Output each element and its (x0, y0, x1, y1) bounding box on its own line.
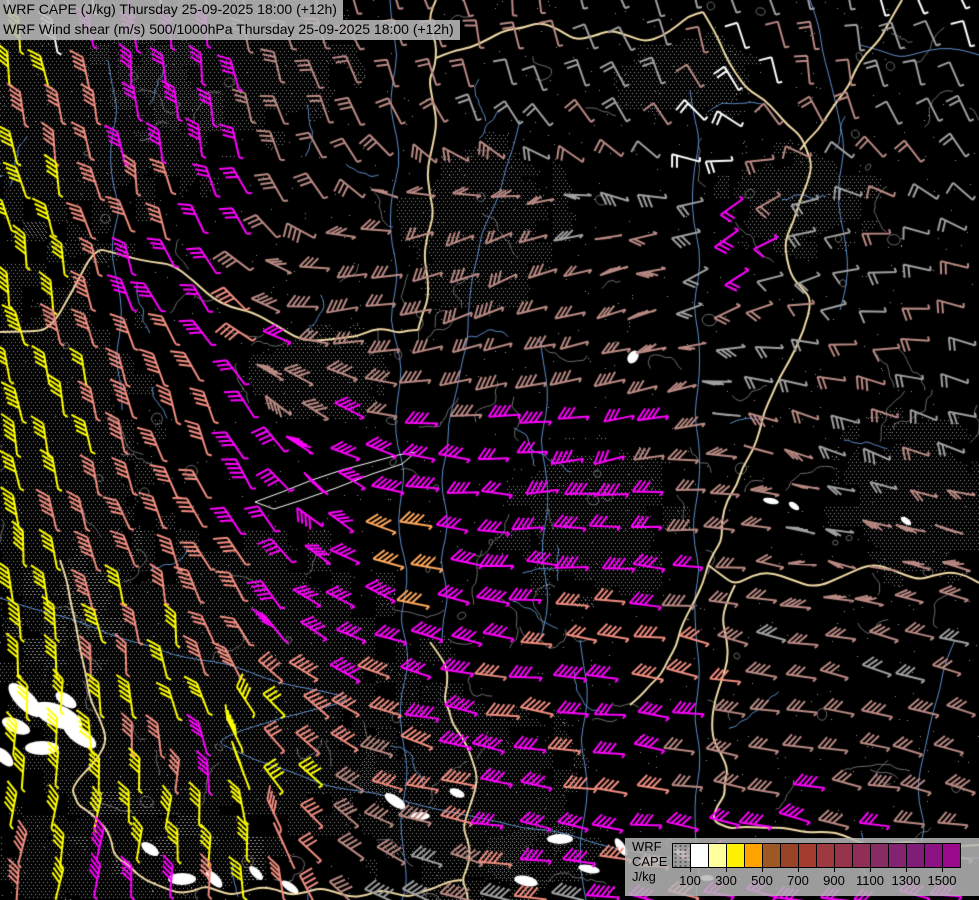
legend-title: WRF CAPE J/kg (632, 839, 667, 884)
legend-tick-mark (834, 867, 835, 872)
legend-swatch (781, 844, 799, 867)
legend-tick-label: 1500 (922, 873, 962, 888)
legend-tick-mark (942, 867, 943, 872)
legend-swatch (745, 844, 763, 867)
legend-swatch (889, 844, 907, 867)
legend-tick-mark (870, 867, 871, 872)
legend-swatch (709, 844, 727, 867)
legend-swatch (853, 844, 871, 867)
legend-tick-mark (762, 867, 763, 872)
weather-map-viewport: WRF CAPE (J/kg) Thursday 25-09-2025 18:0… (0, 0, 979, 900)
legend-tick-mark (690, 867, 691, 872)
legend-swatch (871, 844, 889, 867)
legend-tick-label: 100 (670, 873, 710, 888)
legend-swatch (799, 844, 817, 867)
legend-swatch (925, 844, 943, 867)
cape-legend: WRF CAPE J/kg 10030050070090011001300150… (625, 838, 979, 896)
legend-model-label: WRF (632, 839, 667, 854)
legend-tick-label: 500 (742, 873, 782, 888)
legend-swatch (691, 844, 709, 867)
header-shear-title: WRF Wind shear (m/s) 500/1000hPa Thursda… (0, 20, 460, 40)
legend-swatch (943, 844, 960, 867)
legend-swatch (835, 844, 853, 867)
legend-variable-label: CAPE (632, 854, 667, 869)
legend-tick-mark (906, 867, 907, 872)
header-cape-title: WRF CAPE (J/kg) Thursday 25-09-2025 18:0… (0, 0, 343, 20)
legend-units-label: J/kg (632, 869, 667, 884)
weather-map-canvas (0, 0, 979, 900)
legend-tick-label: 700 (778, 873, 818, 888)
legend-tick-label: 1300 (886, 873, 926, 888)
legend-swatch (673, 844, 691, 867)
legend-tick-mark (798, 867, 799, 872)
legend-swatch (817, 844, 835, 867)
legend-swatch (907, 844, 925, 867)
map-header: WRF CAPE (J/kg) Thursday 25-09-2025 18:0… (0, 0, 460, 40)
legend-swatch (763, 844, 781, 867)
legend-tick-mark (726, 867, 727, 872)
legend-swatch (727, 844, 745, 867)
legend-tick-label: 300 (706, 873, 746, 888)
legend-tick-label: 1100 (850, 873, 890, 888)
legend-color-scale (672, 843, 961, 868)
legend-tick-label: 900 (814, 873, 854, 888)
